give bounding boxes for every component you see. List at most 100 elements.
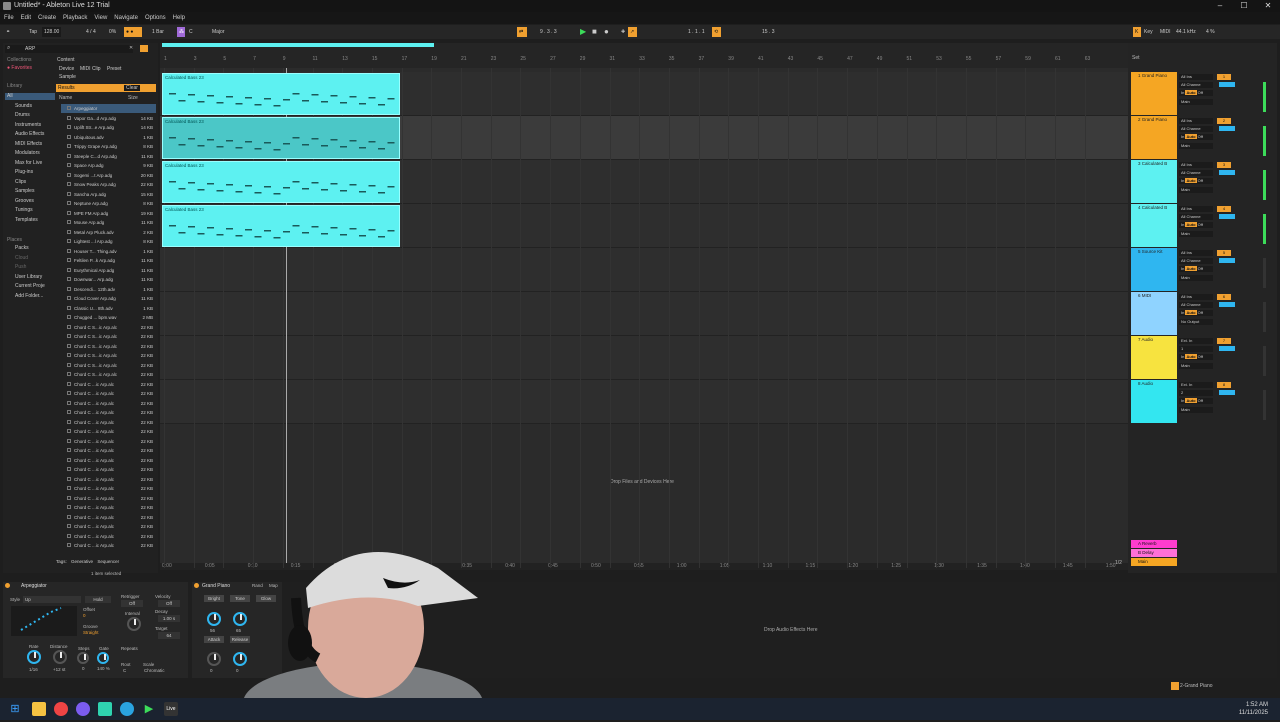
result-item[interactable]: Feltilen P...k Arp.adg 11 KB bbox=[61, 256, 156, 265]
result-item[interactable]: Chord C ...ic Arp.alc 22 KB bbox=[61, 389, 156, 398]
minimize-button[interactable]: – bbox=[1208, 0, 1232, 12]
track-lane[interactable] bbox=[160, 336, 1128, 380]
result-item[interactable]: Chord C S...ic Arp.alc 22 KB bbox=[61, 332, 156, 341]
song-position[interactable]: 9 . 3 . 3 bbox=[538, 27, 559, 37]
retrigger-off[interactable]: Off bbox=[121, 600, 143, 607]
offset-value[interactable]: 0 bbox=[83, 613, 86, 618]
library-item-all[interactable]: All bbox=[7, 93, 13, 100]
steps-knob[interactable] bbox=[77, 652, 89, 664]
loop-start[interactable]: 1 . 1 . 1 bbox=[686, 27, 707, 37]
place-user-library[interactable]: User Library bbox=[15, 274, 42, 281]
input-type-menu[interactable]: All Ins bbox=[1179, 162, 1213, 168]
result-item[interactable]: Metal Arp Pluck.adv 2 KB bbox=[61, 228, 156, 237]
track-activator[interactable]: 5 bbox=[1217, 250, 1231, 256]
input-type-menu[interactable]: All Ins bbox=[1179, 118, 1213, 124]
app-icon[interactable] bbox=[98, 702, 112, 716]
result-item[interactable]: Chord C ...ic Arp.alc 22 KB bbox=[61, 418, 156, 427]
track-activator[interactable]: 2 bbox=[1217, 118, 1231, 124]
midi-map-label[interactable]: MIDI bbox=[1158, 27, 1173, 37]
library-item-templates[interactable]: Templates bbox=[15, 217, 38, 224]
volume-slider[interactable] bbox=[1219, 346, 1235, 351]
result-item[interactable]: Descendi... 12th.adv 1 KB bbox=[61, 285, 156, 294]
library-item-clips[interactable]: Clips bbox=[15, 179, 26, 186]
volume-slider[interactable] bbox=[1219, 302, 1235, 307]
library-item-sounds[interactable]: Sounds bbox=[15, 103, 32, 110]
volume-slider[interactable] bbox=[1219, 126, 1235, 131]
result-item[interactable]: Mouse Arp.adg 11 KB bbox=[61, 218, 156, 227]
result-item[interactable]: Chord C ...ic Arp.alc 22 KB bbox=[61, 380, 156, 389]
link-icon[interactable]: ⚭ bbox=[4, 27, 12, 37]
stop-button[interactable]: ■ bbox=[590, 27, 599, 37]
gate-knob[interactable] bbox=[97, 652, 109, 664]
rate-knob[interactable] bbox=[27, 650, 41, 664]
record-button[interactable]: ● bbox=[602, 27, 611, 37]
result-item[interactable]: Sogemi ...t Arp.adg 20 KB bbox=[61, 171, 156, 180]
result-item[interactable]: Classic U... 8th.adv 1 KB bbox=[61, 304, 156, 313]
track-header[interactable]: 7 Audio bbox=[1131, 336, 1177, 379]
library-item-samples[interactable]: Samples bbox=[15, 188, 34, 195]
input-channel-menu[interactable]: All Channe bbox=[1179, 82, 1213, 88]
style-menu[interactable]: Up bbox=[23, 596, 81, 603]
result-item[interactable]: Houser T... Thing.adv 1 KB bbox=[61, 247, 156, 256]
clear-search-icon[interactable]: ✕ bbox=[129, 45, 133, 51]
track-name[interactable]: 6 MIDI bbox=[1131, 292, 1177, 298]
input-channel-menu[interactable]: All Channe bbox=[1179, 302, 1213, 308]
menu-view[interactable]: View bbox=[94, 12, 107, 24]
key-map-switch[interactable]: K bbox=[1133, 27, 1141, 37]
result-item[interactable]: Chord C ...ic Arp.alc 22 KB bbox=[61, 456, 156, 465]
place-add-folder[interactable]: Add Folder... bbox=[15, 293, 43, 300]
loop-length[interactable]: 15 . 3 bbox=[760, 27, 777, 37]
library-item-plugins[interactable]: Plug-ins bbox=[15, 169, 33, 176]
result-item[interactable]: Neptune Arp.adg 8 KB bbox=[61, 199, 156, 208]
input-type-menu[interactable]: All Ins bbox=[1179, 250, 1213, 256]
result-item[interactable]: Chord C ...ic Arp.alc 22 KB bbox=[61, 475, 156, 484]
target-value[interactable]: 64 bbox=[158, 632, 180, 639]
menu-create[interactable]: Create bbox=[38, 12, 56, 24]
clear-results-button[interactable]: Clear bbox=[124, 85, 140, 91]
metronome-button[interactable]: ● ● bbox=[124, 27, 142, 37]
place-current-project[interactable]: Current Proje bbox=[15, 283, 45, 290]
volume-slider[interactable] bbox=[1219, 82, 1235, 87]
browser-toggle-icon[interactable] bbox=[140, 45, 148, 52]
track-activator[interactable]: 3 bbox=[1217, 162, 1231, 168]
result-item[interactable]: Chord C ...ic Arp.alc 22 KB bbox=[61, 427, 156, 436]
input-channel-menu[interactable]: All Channe bbox=[1179, 258, 1213, 264]
result-item[interactable]: Chord C ...ic Arp.alc 22 KB bbox=[61, 494, 156, 503]
filter-preset[interactable]: Preset bbox=[107, 66, 121, 72]
result-item[interactable]: Chord C S...ic Arp.alc 22 KB bbox=[61, 351, 156, 360]
result-item[interactable]: Ubiquitous.adv 1 KB bbox=[61, 133, 156, 142]
midi-clip[interactable]: Calculated Bass 23 bbox=[162, 161, 400, 203]
monitor-switch[interactable]: In Auto Off bbox=[1179, 310, 1213, 316]
groove-amount[interactable]: 0% bbox=[107, 27, 118, 37]
result-item[interactable]: Vapor Ga...d Arp.adg 14 KB bbox=[61, 114, 156, 123]
menu-file[interactable]: File bbox=[4, 12, 14, 24]
track-header[interactable]: 5 Source Kit bbox=[1131, 248, 1177, 291]
result-item[interactable]: MPE FM Arp.adg 19 KB bbox=[61, 209, 156, 218]
track-name[interactable]: 8 Audio bbox=[1131, 380, 1177, 386]
volume-slider[interactable] bbox=[1219, 170, 1235, 175]
track-header[interactable]: 6 MIDI bbox=[1131, 292, 1177, 335]
track-lane[interactable] bbox=[160, 292, 1128, 336]
track-activator[interactable]: 7 bbox=[1217, 338, 1231, 344]
output-menu[interactable]: Main bbox=[1179, 143, 1213, 149]
chrome-icon[interactable] bbox=[54, 702, 68, 716]
menu-navigate[interactable]: Navigate bbox=[114, 12, 138, 24]
output-menu[interactable]: Main bbox=[1179, 363, 1213, 369]
ableton-taskbar-icon[interactable]: Live bbox=[164, 702, 178, 716]
bright-knob[interactable] bbox=[207, 612, 221, 626]
track-header[interactable]: 1 Grand Piano bbox=[1131, 72, 1177, 115]
monitor-switch[interactable]: In Auto Off bbox=[1179, 90, 1213, 96]
automation-arm-button[interactable]: ↗ bbox=[628, 27, 637, 37]
key-root[interactable]: C bbox=[187, 27, 195, 37]
track-activator[interactable]: 6 bbox=[1217, 294, 1231, 300]
monitor-switch[interactable]: In Auto Off bbox=[1179, 134, 1213, 140]
input-type-menu[interactable]: Ext. In bbox=[1179, 338, 1213, 344]
monitor-switch[interactable]: In Auto Off bbox=[1179, 354, 1213, 360]
monitor-switch[interactable]: In Auto Off bbox=[1179, 178, 1213, 184]
menu-help[interactable]: Help bbox=[173, 12, 185, 24]
volume-slider[interactable] bbox=[1219, 214, 1235, 219]
midi-clip[interactable]: Calculated Bass 23 bbox=[162, 205, 400, 247]
input-type-menu[interactable]: All Ins bbox=[1179, 294, 1213, 300]
start-icon[interactable]: ⊞ bbox=[8, 702, 22, 716]
selected-track-name[interactable]: 2-Grand Piano bbox=[1180, 683, 1213, 689]
